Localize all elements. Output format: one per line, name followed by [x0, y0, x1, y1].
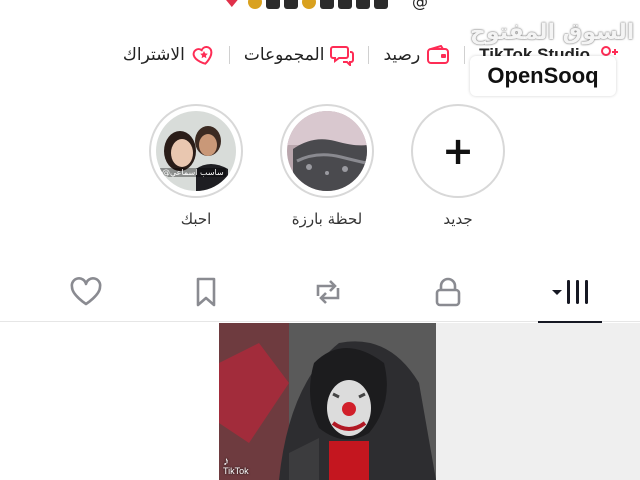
- wallet-icon: [426, 44, 450, 66]
- watermark-arabic: السوق المفتوح: [470, 20, 635, 45]
- balance-link[interactable]: رصيد: [383, 44, 450, 66]
- highlight-moment-thumbnail: [287, 111, 367, 191]
- balance-label: رصيد: [383, 45, 421, 65]
- divider: [464, 46, 466, 64]
- highlight-new-label: جديد: [443, 210, 473, 228]
- chat-bubbles-icon: [330, 44, 355, 66]
- grid-icon: [552, 280, 588, 304]
- highlight-love-thumbnail: ساسب اسماعي@: [156, 111, 236, 191]
- profile-bio: ♥ @: [0, 0, 640, 14]
- tab-liked[interactable]: [54, 262, 118, 322]
- watermark-badge: OpenSooq: [470, 56, 616, 96]
- repost-icon: [316, 280, 340, 304]
- tab-private[interactable]: [416, 262, 480, 322]
- highlight-moment[interactable]: لحظة بارزة: [279, 104, 375, 228]
- heart-star-icon: [191, 44, 215, 66]
- highlight-new[interactable]: + جديد: [410, 104, 506, 228]
- highlight-love[interactable]: ساسب اسماعي@ احبك: [148, 104, 244, 228]
- subscription-label: الاشتراك: [122, 45, 185, 65]
- bio-emoji-row: [248, 0, 438, 10]
- highlight-moment-label: لحظة بارزة: [291, 210, 363, 228]
- tiktok-note-icon: ♪: [223, 454, 229, 468]
- highlight-love-ring: ساسب اسماعي@: [149, 104, 243, 198]
- profile-tabs: [0, 262, 640, 324]
- tab-favorites[interactable]: [174, 262, 238, 322]
- empty-grid-cell: [436, 323, 640, 480]
- red-heart-icon: ♥: [222, 0, 242, 13]
- divider: [228, 46, 230, 64]
- highlight-love-caption: ساسب اسماعي@: [160, 168, 226, 177]
- subscription-link[interactable]: الاشتراك: [123, 44, 215, 66]
- lock-icon: [435, 277, 461, 307]
- tab-videos[interactable]: [538, 262, 602, 324]
- bookmark-icon: [196, 277, 216, 307]
- highlight-new-ring: +: [411, 104, 505, 198]
- highlight-love-label: احبك: [180, 210, 212, 228]
- tiktok-watermark: ♪ TikTok: [223, 454, 249, 476]
- video-thumbnail[interactable]: ♪ TikTok: [219, 323, 436, 480]
- divider: [368, 46, 370, 64]
- groups-link[interactable]: المجموعات: [244, 44, 355, 66]
- bio-tail-text: @: [412, 0, 428, 11]
- tab-reposts[interactable]: [296, 262, 360, 322]
- highlight-moment-ring: [280, 104, 374, 198]
- groups-label: المجموعات: [243, 45, 325, 65]
- plus-icon: +: [442, 129, 474, 173]
- heart-outline-icon: [70, 277, 102, 306]
- tiktok-mark-text: TikTok: [223, 466, 249, 476]
